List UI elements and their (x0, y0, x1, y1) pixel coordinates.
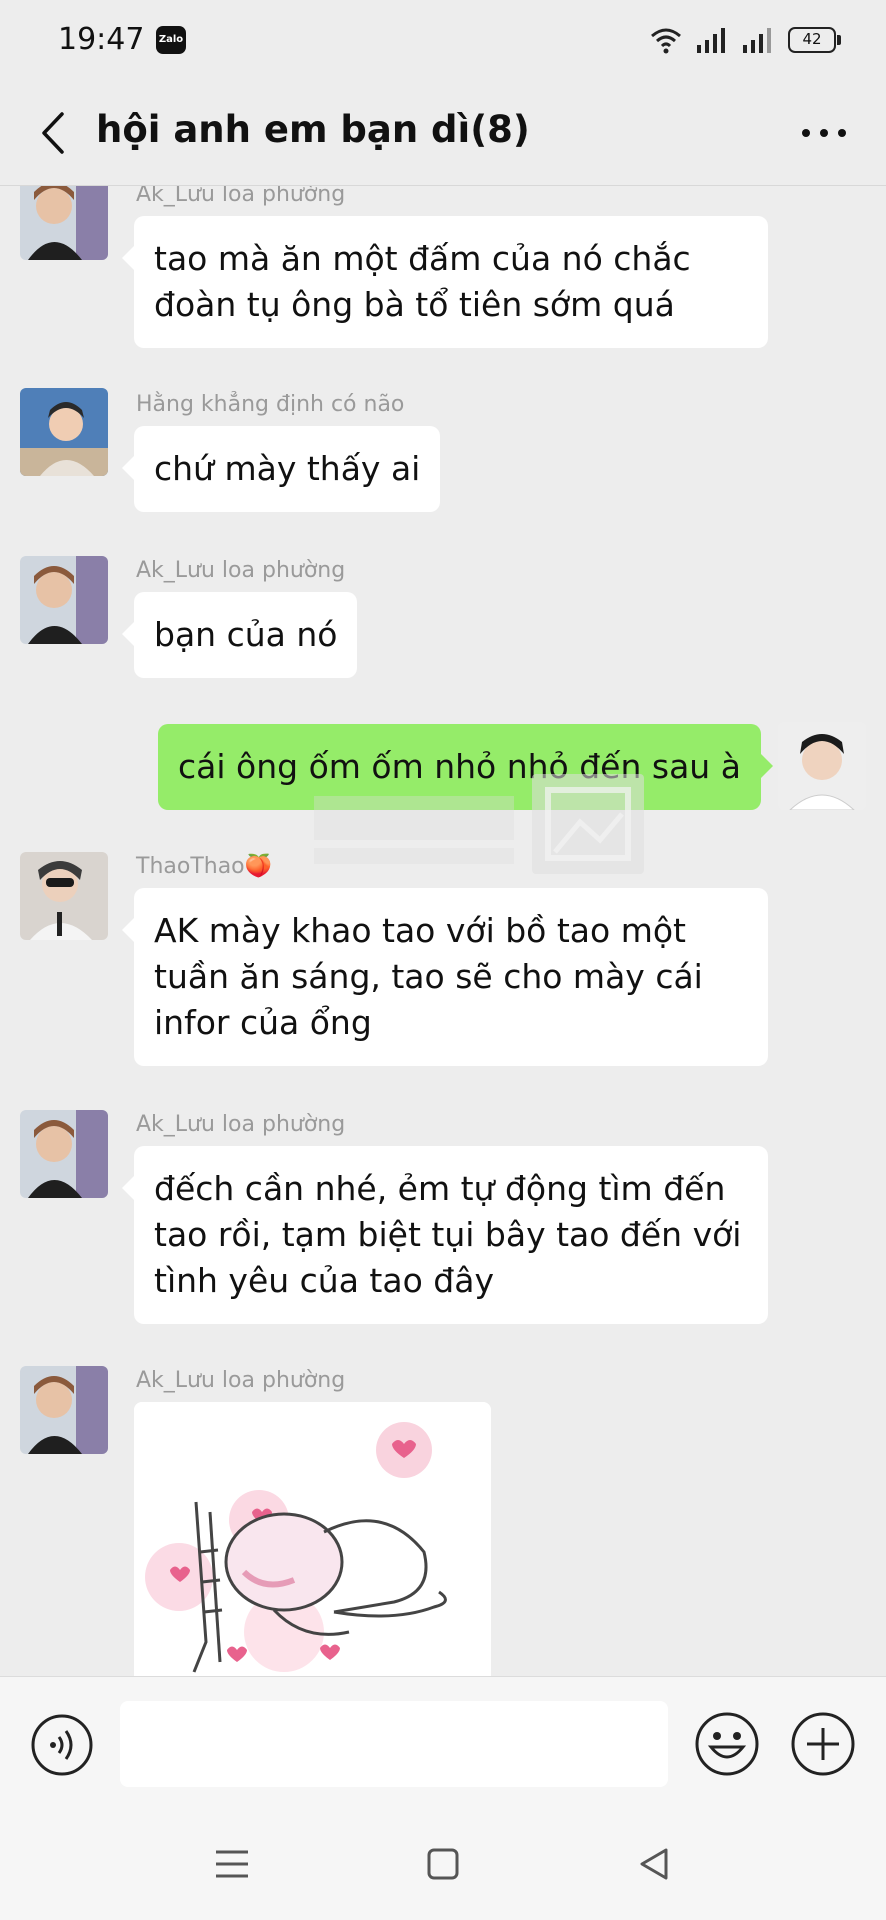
sender-name: Ak_Lưu loa phường (136, 1112, 346, 1137)
more-options-icon[interactable] (798, 110, 850, 156)
battery-icon: 42 (788, 27, 841, 53)
message-bubble[interactable]: bạn của nó (121, 592, 358, 678)
sticker-image[interactable] (134, 1402, 491, 1676)
avatar[interactable] (20, 852, 108, 940)
avatar[interactable] (20, 1366, 108, 1454)
sender-name: Ak_Lưu loa phường (136, 186, 346, 207)
signal-icon (697, 28, 725, 53)
watermark-logo (314, 774, 644, 874)
message-bubble[interactable]: chứ mày thấy ai (121, 426, 441, 512)
back-nav-icon[interactable] (632, 1842, 676, 1886)
menu-icon[interactable] (210, 1842, 254, 1886)
sender-name: Ak_Lưu loa phường (136, 1368, 346, 1393)
status-bar: 19:47 Zalo 42 (0, 0, 886, 80)
avatar[interactable] (20, 1110, 108, 1198)
avatar[interactable] (20, 388, 108, 476)
home-icon[interactable] (421, 1842, 465, 1886)
avatar[interactable] (20, 186, 108, 260)
message-bubble[interactable]: AK mày khao tao với bồ tao một tuần ăn s… (122, 888, 768, 1066)
status-time: 19:47 (58, 22, 145, 57)
message-input[interactable] (120, 1701, 668, 1787)
system-nav-bar (0, 1806, 886, 1920)
add-icon[interactable] (790, 1711, 856, 1777)
back-icon[interactable] (34, 110, 74, 156)
message-list[interactable]: Ak_Lưu loa phường tao mà ăn một đấm của … (0, 186, 886, 1676)
voice-icon[interactable] (30, 1713, 94, 1777)
page-title: hội anh em bạn dì(8) (96, 108, 530, 151)
chat-header: hội anh em bạn dì(8) (0, 80, 886, 186)
zalo-notification-icon: Zalo (156, 26, 186, 54)
sender-name: Hằng khẳng định có não (136, 392, 405, 417)
sender-name: ThaoThao🍑 (136, 854, 273, 879)
my-avatar[interactable] (778, 722, 866, 810)
input-bar (0, 1676, 886, 1806)
sender-name: Ak_Lưu loa phường (136, 558, 346, 583)
status-icons: 42 (650, 24, 841, 56)
message-bubble[interactable]: đếch cần nhé, ẻm tự động tìm đến tao rồi… (122, 1146, 768, 1324)
avatar[interactable] (20, 556, 108, 644)
wifi-icon (651, 28, 681, 54)
message-bubble[interactable]: tao mà ăn một đấm của nó chắc đoàn tụ ôn… (122, 216, 768, 348)
emoji-icon[interactable] (694, 1711, 760, 1777)
signal-icon-2 (743, 28, 771, 53)
